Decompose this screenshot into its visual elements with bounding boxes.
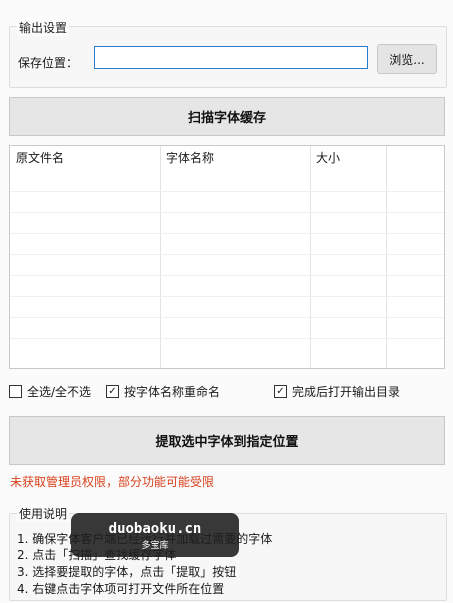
scan-font-cache-button[interactable]: 扫描字体缓存 <box>9 97 445 136</box>
help-title: 使用说明 <box>17 505 70 522</box>
column-header-original-filename[interactable]: 原文件名 <box>16 149 64 166</box>
row-divider <box>10 338 444 339</box>
row-divider <box>10 233 444 234</box>
help-line-4: 4. 右键点击字体项可打开文件所在位置 <box>17 582 225 596</box>
open-output-dir-checkbox[interactable]: ✓ 完成后打开输出目录 <box>274 383 400 400</box>
extract-selected-fonts-button[interactable]: 提取选中字体到指定位置 <box>9 416 445 465</box>
browse-button[interactable]: 浏览... <box>377 44 437 74</box>
output-settings-title: 输出设置 <box>17 19 70 36</box>
rename-by-font-name-label: 按字体名称重命名 <box>124 385 221 399</box>
save-location-label: 保存位置： <box>18 56 79 70</box>
watermark-subtitle: 多宝库 <box>141 541 169 551</box>
row-divider <box>10 275 444 276</box>
font-table[interactable]: 原文件名 字体名称 大小 <box>9 145 445 369</box>
select-all-label: 全选/全不选 <box>27 385 92 399</box>
row-divider <box>10 254 444 255</box>
watermark-domain: duobaoku.cn <box>108 521 202 537</box>
open-output-dir-label: 完成后打开输出目录 <box>292 385 401 399</box>
column-divider <box>386 146 387 368</box>
watermark-overlay: duobaoku.cn 多宝库 <box>71 513 239 557</box>
row-divider <box>10 296 444 297</box>
rename-by-font-name-checkbox[interactable]: ✓ 按字体名称重命名 <box>106 383 220 400</box>
select-all-checkbox[interactable]: 全选/全不选 <box>9 383 91 400</box>
row-divider <box>10 212 444 213</box>
help-line-3: 3. 选择要提取的字体，点击「提取」按钮 <box>17 565 237 579</box>
column-divider <box>160 146 161 368</box>
admin-permission-warning: 未获取管理员权限，部分功能可能受限 <box>10 475 215 489</box>
column-header-font-name[interactable]: 字体名称 <box>166 149 214 166</box>
row-divider <box>10 317 444 318</box>
row-divider <box>10 191 444 192</box>
checkbox-box[interactable] <box>9 385 22 398</box>
column-header-size[interactable]: 大小 <box>316 149 340 166</box>
save-location-input[interactable] <box>94 46 368 69</box>
column-divider <box>310 146 311 368</box>
check-mark-icon[interactable]: ✓ <box>274 385 287 398</box>
check-mark-icon[interactable]: ✓ <box>106 385 119 398</box>
